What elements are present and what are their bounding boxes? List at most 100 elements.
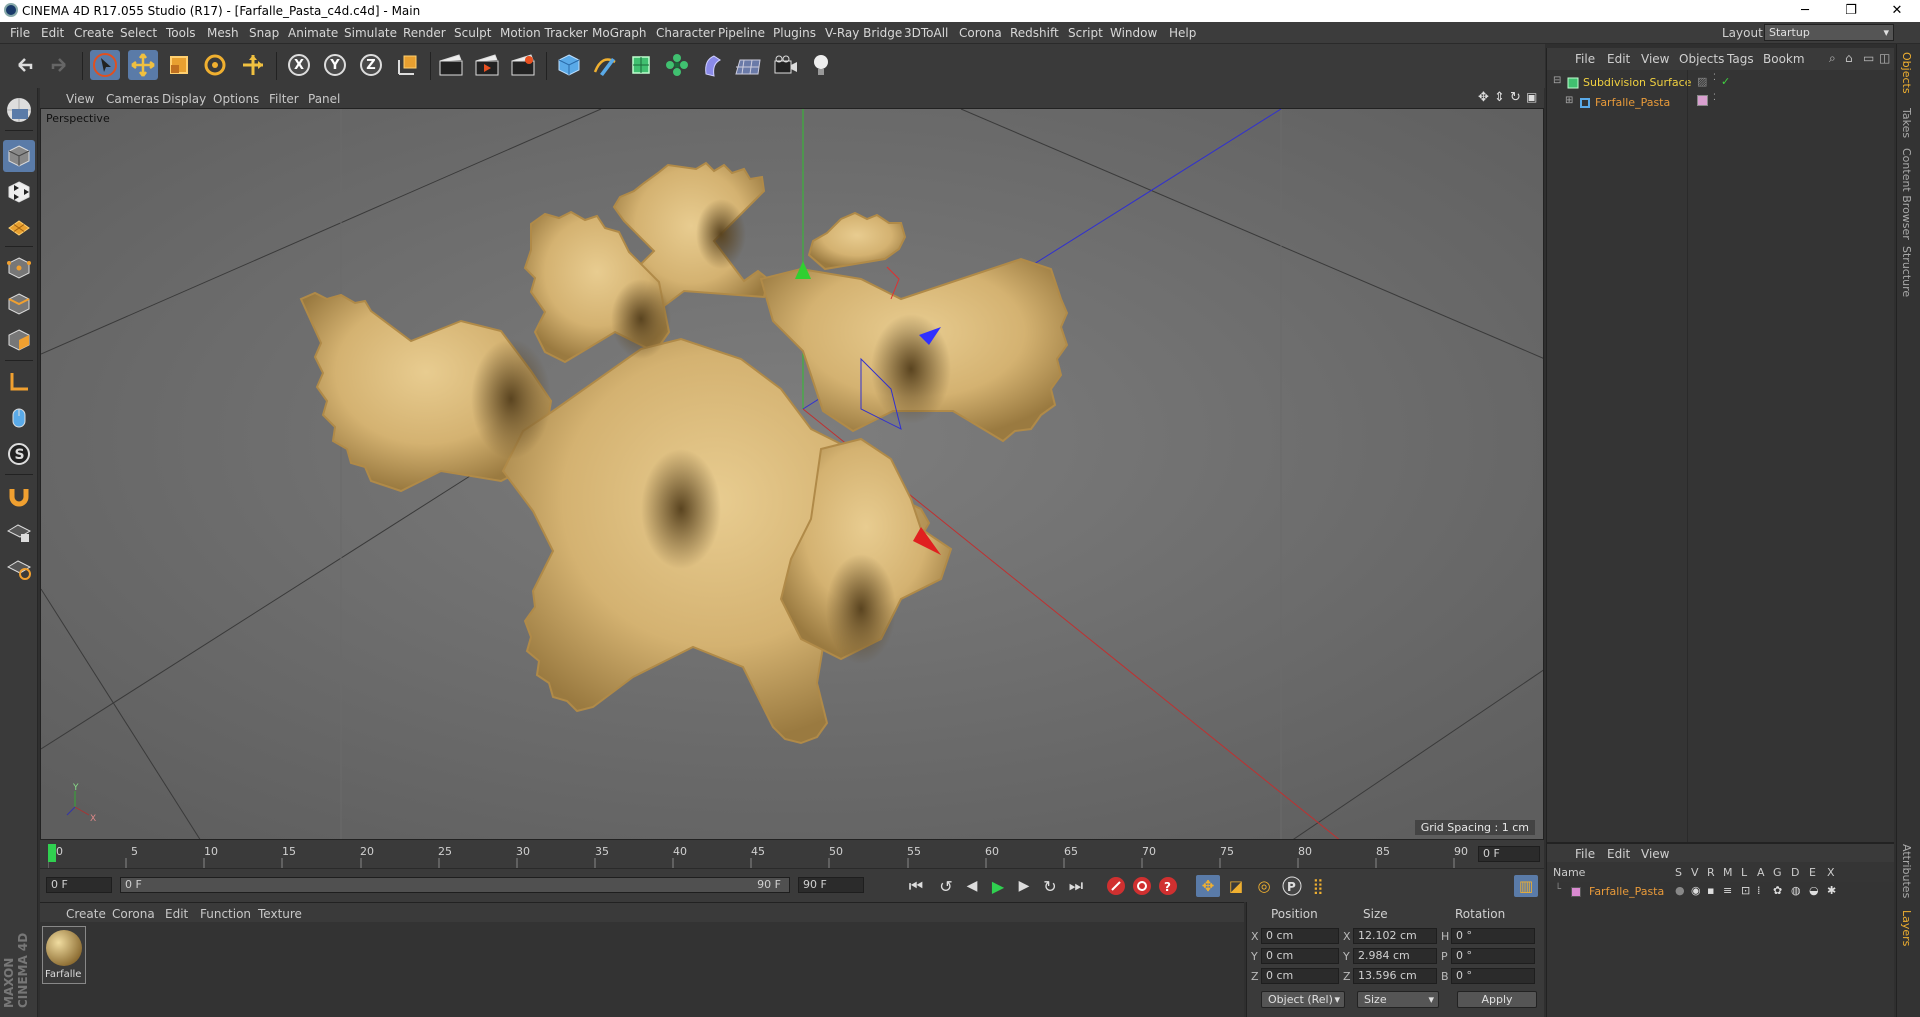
expand-icon[interactable]: ⊞ <box>1565 95 1573 106</box>
workplane-align-button[interactable] <box>3 552 35 584</box>
layer-menu-view[interactable]: View <box>1641 847 1669 861</box>
points-mode-button[interactable] <box>3 252 35 284</box>
solo-toggle-icon[interactable]: ● <box>1675 884 1685 897</box>
perspective-viewport[interactable]: Y X Perspective Grid Spacing : 1 cm <box>40 108 1544 840</box>
next-frame-button[interactable]: ▶ <box>1012 875 1036 897</box>
menu-mesh[interactable]: Mesh <box>207 26 239 40</box>
menu-snap[interactable]: Snap <box>249 26 279 40</box>
magnet-tool-button[interactable] <box>3 480 35 512</box>
snap-toggle-button[interactable]: S <box>3 438 35 470</box>
tweak-mode-button[interactable] <box>3 402 35 434</box>
model-mode-button[interactable] <box>3 140 35 172</box>
side-tab-content-browser[interactable]: Content Browser <box>1900 148 1913 240</box>
side-tab-objects[interactable]: Objects <box>1900 52 1913 94</box>
add-floor-button[interactable] <box>734 50 764 80</box>
go-to-end-button[interactable]: ⏭ <box>1064 875 1088 897</box>
coordinate-system-button[interactable] <box>392 50 422 80</box>
viewport-menu-view[interactable]: View <box>66 92 94 106</box>
collapse-icon[interactable]: ⊟ <box>1553 75 1561 86</box>
add-cloner-button[interactable] <box>662 50 692 80</box>
menu-create[interactable]: Create <box>74 26 114 40</box>
move-tool[interactable] <box>128 50 158 80</box>
new-window-icon[interactable]: ▭ <box>1863 51 1874 65</box>
menu-script[interactable]: Script <box>1068 26 1103 40</box>
layout-select[interactable]: Startup ▾ <box>1764 24 1894 41</box>
object-menu-tags[interactable]: Tags <box>1727 52 1754 66</box>
polygons-mode-button[interactable] <box>3 324 35 356</box>
next-key-button[interactable]: ↻ <box>1038 875 1062 897</box>
menu-motion-tracker[interactable]: Motion Tracker <box>500 26 588 40</box>
viewport-move-icon[interactable]: ✥ <box>1478 90 1489 105</box>
size-mode-select[interactable]: Size ▾ <box>1357 991 1439 1008</box>
position-x-field[interactable]: 0 cm <box>1261 928 1339 944</box>
coordinate-mode-select[interactable]: Object (Rel) ▾ <box>1261 991 1345 1008</box>
position-y-field[interactable]: 0 cm <box>1261 948 1339 964</box>
close-button[interactable]: ✕ <box>1874 0 1920 22</box>
key-parameter-button[interactable]: P <box>1280 875 1304 897</box>
render-to-picture-viewer-button[interactable] <box>472 50 502 80</box>
viewport-menu-panel[interactable]: Panel <box>308 92 340 106</box>
apply-button[interactable]: Apply <box>1457 991 1537 1008</box>
add-camera-button[interactable] <box>770 50 800 80</box>
add-cube-button[interactable] <box>554 50 584 80</box>
generator-icon[interactable]: ✿ <box>1773 884 1782 897</box>
menu-file[interactable]: File <box>10 26 30 40</box>
expression-icon[interactable]: ◒ <box>1809 884 1819 897</box>
material-menu-texture[interactable]: Texture <box>258 907 302 921</box>
position-z-field[interactable]: 0 cm <box>1261 968 1339 984</box>
timeline-ruler[interactable]: 0 5 10 15 20 25 30 35 40 45 50 55 60 65 … <box>40 840 1544 868</box>
undo-button[interactable] <box>10 50 40 80</box>
visibility-dots-icon[interactable]: ⁚ <box>1713 94 1716 103</box>
render-view-button[interactable] <box>436 50 466 80</box>
restore-button[interactable]: ❐ <box>1828 0 1874 22</box>
keyframe-selection-button[interactable]: ? <box>1156 875 1180 897</box>
layer-menu-edit[interactable]: Edit <box>1607 847 1630 861</box>
go-to-start-button[interactable]: ⏮ <box>904 875 928 897</box>
record-button[interactable] <box>1104 875 1128 897</box>
home-icon[interactable]: ⌂ <box>1845 51 1853 65</box>
material-menu-corona[interactable]: Corona <box>112 907 155 921</box>
material-menu-edit[interactable]: Edit <box>165 907 188 921</box>
render-settings-button[interactable] <box>508 50 538 80</box>
layer-color-swatch[interactable] <box>1571 887 1581 897</box>
object-menu-edit[interactable]: Edit <box>1607 52 1630 66</box>
visibility-dots-icon[interactable]: ⁚ <box>1713 74 1716 83</box>
manager-list-icon[interactable]: ≡ <box>1723 884 1732 897</box>
deformer-icon[interactable]: ◍ <box>1791 884 1801 897</box>
current-frame-field[interactable]: 0 F <box>1478 846 1540 862</box>
viewport-zoom-icon[interactable]: ⇕ <box>1494 90 1505 105</box>
workplane-mode-button[interactable] <box>3 212 35 244</box>
redo-button[interactable] <box>44 50 74 80</box>
object-row-subdivision-surface[interactable]: ⊟ Subdivision Surface ▨ ⁚ ✓ <box>1547 74 1887 92</box>
menu-simulate[interactable]: Simulate <box>344 26 397 40</box>
rotation-p-field[interactable]: 0 ° <box>1451 948 1535 964</box>
menu-plugins[interactable]: Plugins <box>773 26 816 40</box>
minimize-button[interactable]: ─ <box>1782 0 1828 22</box>
object-row-farfalle-pasta[interactable]: ⊞ Farfalle_Pasta ⁚ <box>1547 94 1887 112</box>
menu-edit[interactable]: Edit <box>41 26 64 40</box>
autokey-button[interactable] <box>1130 875 1154 897</box>
panel-maximize-icon[interactable]: ◫ <box>1879 51 1890 65</box>
menu-corona[interactable]: Corona <box>959 26 1002 40</box>
rotate-tool[interactable] <box>200 50 230 80</box>
object-menu-objects[interactable]: Objects <box>1679 52 1724 66</box>
viewport-rotate-icon[interactable]: ↻ <box>1510 90 1521 105</box>
add-light-button[interactable] <box>806 50 836 80</box>
play-button[interactable]: ▶ <box>986 875 1010 897</box>
layer-row-farfalle-pasta[interactable]: └ Farfalle_Pasta ● ◉ ▪ ≡ ⊡ ⁞ ✿ ◍ ◒ ✱ <box>1547 884 1887 900</box>
edges-mode-button[interactable] <box>3 288 35 320</box>
key-rotation-button[interactable]: ◎ <box>1252 875 1276 897</box>
menu-vray-bridge[interactable]: V-Ray Bridge <box>825 26 902 40</box>
size-y-field[interactable]: 2.984 cm <box>1353 948 1437 964</box>
object-menu-file[interactable]: File <box>1575 52 1595 66</box>
menu-select[interactable]: Select <box>120 26 157 40</box>
menu-3dtoall[interactable]: 3DToAll <box>904 26 948 40</box>
lock-workplane-button[interactable] <box>3 516 35 548</box>
viewport-menu-cameras[interactable]: Cameras <box>106 92 159 106</box>
key-scale-button[interactable]: ◪ <box>1224 875 1248 897</box>
xref-icon[interactable]: ✱ <box>1827 884 1836 897</box>
menu-animate[interactable]: Animate <box>288 26 338 40</box>
start-frame-field[interactable]: 0 F <box>46 877 112 893</box>
material-menu-create[interactable]: Create <box>66 907 106 921</box>
side-tab-layers[interactable]: Layers <box>1900 910 1913 946</box>
